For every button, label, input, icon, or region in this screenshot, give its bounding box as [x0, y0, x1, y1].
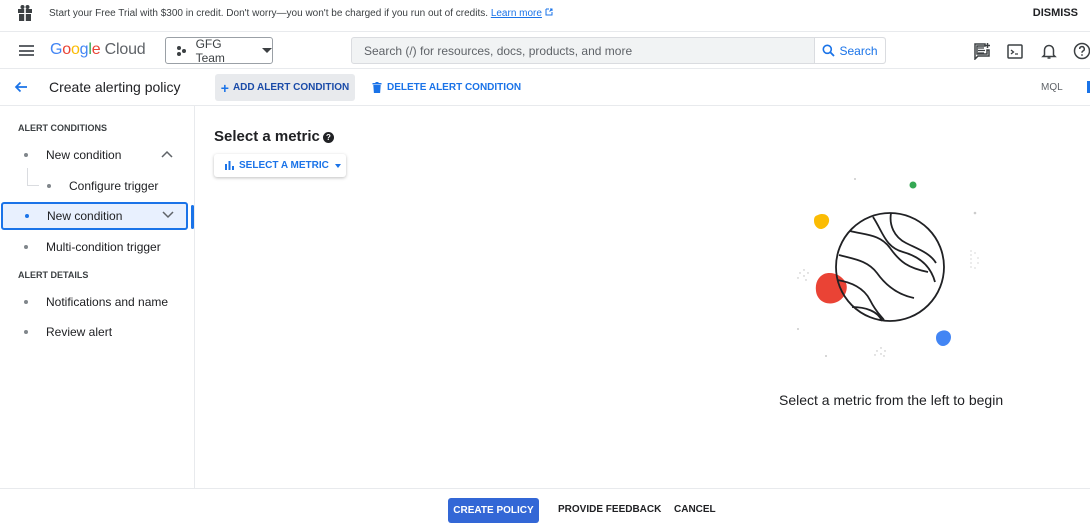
- cancel-button[interactable]: CANCEL: [674, 504, 716, 515]
- project-name: GFG Team: [195, 36, 225, 65]
- bar-chart-icon: [225, 161, 234, 170]
- main-menu-icon[interactable]: [19, 45, 34, 56]
- section-header-alert-conditions: ALERT CONDITIONS: [18, 123, 107, 133]
- step-dot: [24, 245, 28, 249]
- sidebar-item-new-condition-2[interactable]: New condition: [1, 202, 188, 230]
- caret-down-icon: [262, 48, 272, 53]
- notifications-bell-icon[interactable]: [1040, 42, 1058, 60]
- create-policy-button[interactable]: CREATE POLICY: [448, 498, 539, 523]
- banner-text: Start your Free Trial with $300 in credi…: [49, 8, 489, 19]
- caret-down-icon: [334, 163, 341, 168]
- select-metric-button[interactable]: SELECT A METRIC: [214, 154, 346, 177]
- illus-globe: [835, 212, 945, 322]
- chevron-up-icon[interactable]: [161, 150, 173, 158]
- help-icon[interactable]: [1073, 42, 1090, 60]
- plus-icon: +: [220, 79, 229, 96]
- section-header-alert-details: ALERT DETAILS: [18, 270, 89, 280]
- banner-message: Start your Free Trial with $300 in credi…: [49, 8, 553, 19]
- sidebar-item-multi-condition-trigger[interactable]: Multi-condition trigger: [0, 233, 188, 261]
- mql-toggle[interactable]: MQL: [1041, 82, 1063, 93]
- chevron-down-icon[interactable]: [162, 211, 174, 219]
- back-arrow-icon[interactable]: [13, 79, 29, 95]
- step-dot: [24, 153, 28, 157]
- learn-more-link[interactable]: Learn more: [491, 8, 542, 19]
- add-alert-condition-button[interactable]: + ADD ALERT CONDITION: [215, 74, 355, 101]
- project-icon: [176, 45, 188, 57]
- search-input[interactable]: [352, 38, 815, 63]
- dismiss-button[interactable]: DISMISS: [1033, 7, 1078, 19]
- sidebar-item-notifications-and-name[interactable]: Notifications and name: [0, 288, 188, 316]
- external-link-icon: [545, 8, 553, 16]
- page-title: Create alerting policy: [49, 79, 181, 95]
- empty-state-illustration: [797, 178, 979, 357]
- search-button[interactable]: Search: [814, 38, 885, 63]
- trash-icon: [372, 82, 382, 93]
- sidebar-item-configure-trigger[interactable]: Configure trigger: [0, 172, 188, 200]
- illus-dot-cluster: [797, 250, 979, 357]
- feedback-icon[interactable]: [973, 42, 991, 60]
- illus-yellow-blob: [814, 214, 830, 229]
- cloud-shell-icon[interactable]: [1006, 42, 1024, 60]
- search-icon: [822, 44, 836, 57]
- alert-steps-sidebar: ALERT CONDITIONS New condition Configure…: [0, 106, 195, 488]
- empty-state-message: Select a metric from the left to begin: [779, 392, 1004, 408]
- provide-feedback-button[interactable]: PROVIDE FEEDBACK: [558, 504, 661, 515]
- project-selector[interactable]: GFG Team: [165, 36, 273, 65]
- section-title: Select a metric: [214, 128, 320, 145]
- step-dot: [47, 184, 51, 188]
- footer-actions: CREATE POLICY PROVIDE FEEDBACK CANCEL: [0, 488, 1090, 531]
- top-navigation-bar: Google Cloud GFG Team Search: [0, 31, 1090, 69]
- free-trial-banner: Start your Free Trial with $300 in credi…: [0, 0, 1090, 31]
- sidebar-item-new-condition-1[interactable]: New condition: [0, 141, 188, 169]
- delete-alert-condition-button[interactable]: DELETE ALERT CONDITION: [372, 74, 521, 101]
- main-content: Select a metric ? SELECT A METRIC Select…: [196, 106, 1090, 488]
- help-circle-icon[interactable]: ?: [323, 132, 334, 143]
- search-bar: Search: [351, 37, 886, 64]
- step-dot: [25, 214, 29, 218]
- google-cloud-logo[interactable]: Google Cloud: [50, 41, 146, 59]
- step-dot: [24, 300, 28, 304]
- page-header: Create alerting policy + ADD ALERT CONDI…: [0, 69, 1090, 106]
- step-dot: [24, 330, 28, 334]
- illus-green-dot: [909, 181, 917, 189]
- sidebar-item-review-alert[interactable]: Review alert: [0, 318, 188, 346]
- active-step-indicator: [191, 205, 194, 229]
- illus-blue-blob: [936, 330, 951, 346]
- illus-red-blob: [815, 273, 847, 304]
- gift-icon: [18, 5, 32, 21]
